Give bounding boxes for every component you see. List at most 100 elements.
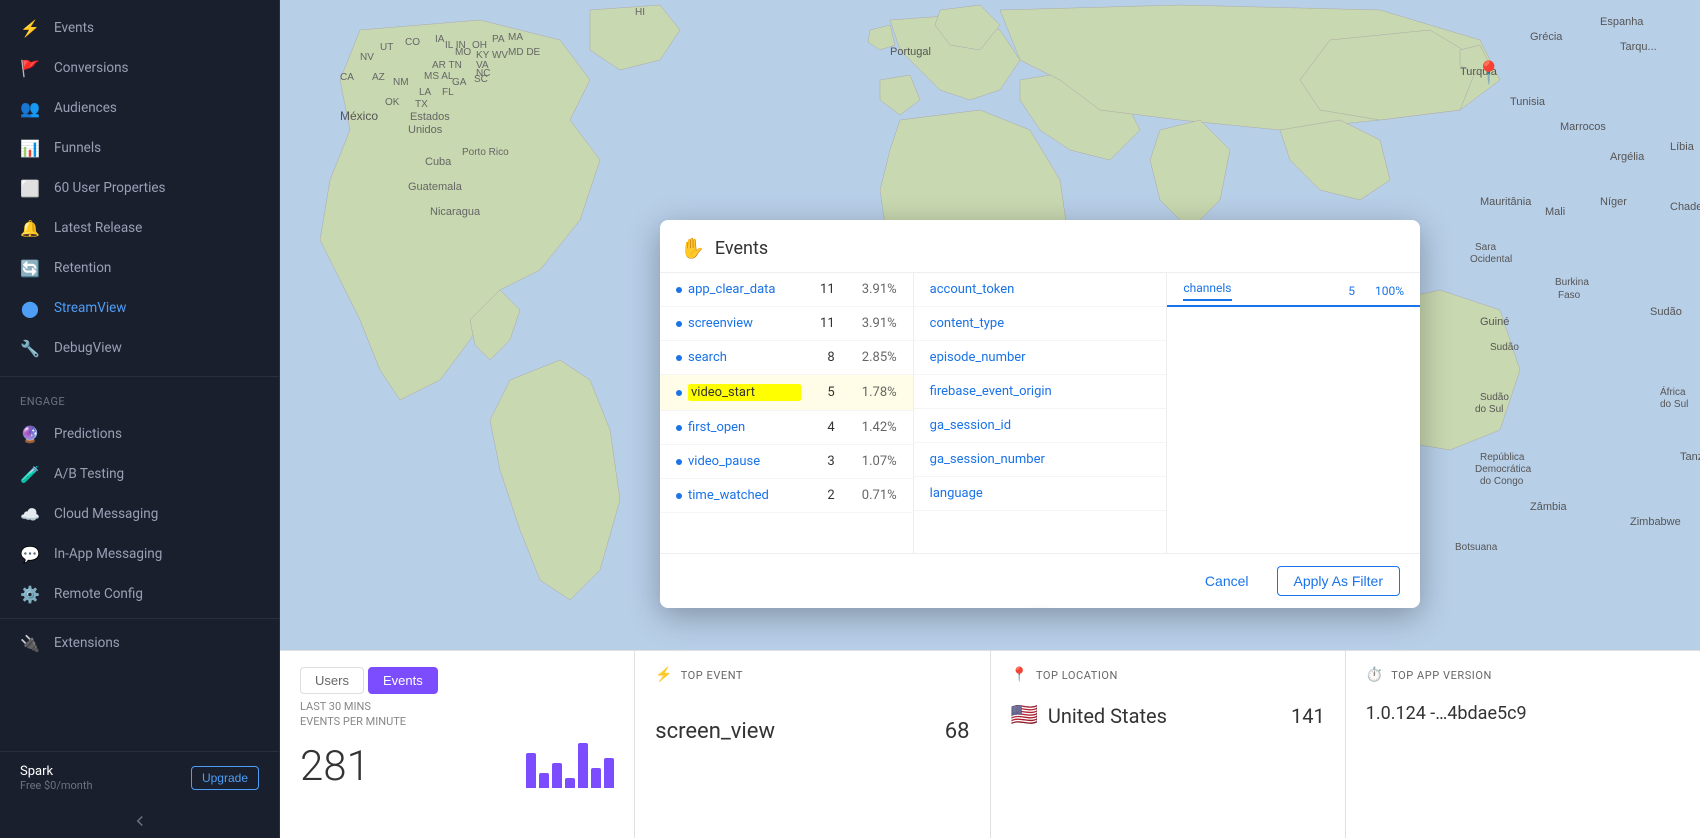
channels-pct: 100% [1375, 284, 1404, 298]
sidebar: ⚡ Events 🚩 Conversions 👥 Audiences 📊 Fun… [0, 0, 280, 838]
bar-7 [604, 758, 614, 788]
sidebar-item-label: Funnels [54, 140, 101, 156]
svg-text:Zimbabwe: Zimbabwe [1630, 516, 1681, 528]
top-event-icon: ⚡ [655, 667, 672, 683]
svg-text:Cuba: Cuba [425, 156, 452, 168]
param-row[interactable]: episode_number [914, 341, 1167, 375]
sidebar-item-remote-config[interactable]: ⚙️ Remote Config [0, 574, 279, 614]
events-tab[interactable]: Events [368, 667, 438, 694]
svg-text:Líbia: Líbia [1670, 141, 1695, 153]
event-row[interactable]: video_pause 3 1.07% [660, 445, 913, 479]
top-event-name: screen_view [655, 719, 775, 744]
sidebar-item-streamview[interactable]: ⬤ StreamView [0, 288, 279, 328]
sidebar-item-funnels[interactable]: 📊 Funnels [0, 128, 279, 168]
svg-text:Portugal: Portugal [890, 46, 931, 58]
param-row[interactable]: ga_session_id [914, 409, 1167, 443]
events-modal: ✋ Events app_clear_data 11 3.91% screenv… [660, 220, 1420, 608]
top-event-label: TOP EVENT [681, 669, 743, 682]
event-name: video_pause [688, 454, 801, 469]
debugview-icon: 🔧 [20, 338, 40, 358]
sidebar-item-label: Conversions [54, 60, 129, 76]
svg-text:NV: NV [360, 52, 374, 63]
modal-footer: Cancel Apply As Filter [660, 553, 1420, 608]
svg-text:Níger: Níger [1600, 196, 1627, 208]
params-list: account_tokencontent_typeepisode_numberf… [914, 273, 1167, 511]
svg-text:Espanha: Espanha [1600, 16, 1644, 28]
svg-text:Botsuana: Botsuana [1455, 542, 1498, 553]
sidebar-item-extensions[interactable]: 🔌 Extensions [0, 623, 279, 663]
event-count: 2 [805, 488, 835, 503]
event-row[interactable]: screenview 11 3.91% [660, 307, 913, 341]
svg-text:Tunisia: Tunisia [1510, 96, 1546, 108]
engage-section-label: Engage [0, 381, 279, 414]
sidebar-item-debugview[interactable]: 🔧 DebugView [0, 328, 279, 368]
users-tab[interactable]: Users [300, 667, 364, 694]
sidebar-item-label: Extensions [54, 635, 120, 651]
event-name: video_start [688, 384, 801, 401]
sidebar-item-audiences[interactable]: 👥 Audiences [0, 88, 279, 128]
sidebar-top: ⚡ Events 🚩 Conversions 👥 Audiences 📊 Fun… [0, 0, 279, 372]
param-row[interactable]: language [914, 477, 1167, 511]
svg-text:Tarqu...: Tarqu... [1620, 41, 1657, 53]
svg-text:Zâmbia: Zâmbia [1530, 501, 1568, 513]
modal-title: Events [715, 238, 768, 259]
svg-text:do Congo: do Congo [1480, 476, 1524, 487]
events-section: Users Events LAST 30 MINS EVENTS PER MIN… [280, 651, 635, 838]
apply-as-filter-button[interactable]: Apply As Filter [1277, 566, 1400, 596]
event-row[interactable]: search 8 2.85% [660, 341, 913, 375]
svg-text:Grécia: Grécia [1530, 31, 1563, 43]
sidebar-divider [0, 376, 279, 377]
svg-text:IA: IA [435, 34, 445, 45]
event-name: app_clear_data [688, 282, 801, 297]
bar-4 [565, 778, 575, 788]
event-row[interactable]: app_clear_data 11 3.91% [660, 273, 913, 307]
svg-text:MS AL: MS AL [424, 71, 454, 82]
svg-text:do Sul: do Sul [1475, 404, 1503, 415]
svg-text:Sara: Sara [1475, 242, 1497, 253]
event-row[interactable]: first_open 4 1.42% [660, 411, 913, 445]
cancel-button[interactable]: Cancel [1193, 567, 1261, 595]
param-row[interactable]: ga_session_number [914, 443, 1167, 477]
audiences-icon: 👥 [20, 98, 40, 118]
event-pct: 3.91% [847, 316, 897, 331]
sidebar-item-label: Cloud Messaging [54, 506, 158, 522]
upgrade-button[interactable]: Upgrade [191, 766, 259, 790]
top-app-version: 1.0.124 -…4bdae5c9 [1366, 703, 1680, 724]
event-row[interactable]: time_watched 2 0.71% [660, 479, 913, 513]
sidebar-item-user-properties[interactable]: ⬜ 60 User Properties [0, 168, 279, 208]
event-count: 11 [805, 316, 835, 331]
sidebar-item-conversions[interactable]: 🚩 Conversions [0, 48, 279, 88]
ab-testing-icon: 🧪 [20, 464, 40, 484]
collapse-sidebar-button[interactable] [0, 804, 279, 838]
param-row[interactable]: firebase_event_origin [914, 375, 1167, 409]
event-pct: 1.78% [847, 385, 897, 400]
sidebar-item-label: DebugView [54, 340, 122, 356]
sidebar-item-latest-release[interactable]: 🔔 Latest Release [0, 208, 279, 248]
svg-text:Sudão: Sudão [1650, 306, 1682, 318]
sidebar-item-events[interactable]: ⚡ Events [0, 8, 279, 48]
top-app-header: ⏱️ TOP APP VERSION [1366, 667, 1680, 683]
funnels-icon: 📊 [20, 138, 40, 158]
svg-text:Democrática: Democrática [1475, 464, 1532, 475]
channels-col: channels 5 100% [1167, 273, 1420, 553]
svg-text:FL: FL [442, 87, 454, 98]
event-count: 8 [805, 350, 835, 365]
param-row[interactable]: account_token [914, 273, 1167, 307]
sidebar-item-label: 60 User Properties [54, 180, 165, 196]
sidebar-item-retention[interactable]: 🔄 Retention [0, 248, 279, 288]
sidebar-item-in-app-messaging[interactable]: 💬 In-App Messaging [0, 534, 279, 574]
modal-header: ✋ Events [660, 220, 1420, 273]
svg-text:OK: OK [385, 97, 400, 108]
sidebar-item-cloud-messaging[interactable]: ☁️ Cloud Messaging [0, 494, 279, 534]
svg-text:Guatemala: Guatemala [408, 181, 463, 193]
event-row[interactable]: video_start 5 1.78% [660, 375, 913, 411]
events-icon: ⚡ [20, 18, 40, 38]
top-location-icon: 📍 [1011, 667, 1028, 683]
param-row[interactable]: content_type [914, 307, 1167, 341]
streamview-icon: ⬤ [20, 298, 40, 318]
in-app-messaging-icon: 💬 [20, 544, 40, 564]
modal-icon: ✋ [680, 236, 705, 260]
sidebar-item-predictions[interactable]: 🔮 Predictions [0, 414, 279, 454]
extensions-icon: 🔌 [20, 633, 40, 653]
sidebar-item-ab-testing[interactable]: 🧪 A/B Testing [0, 454, 279, 494]
